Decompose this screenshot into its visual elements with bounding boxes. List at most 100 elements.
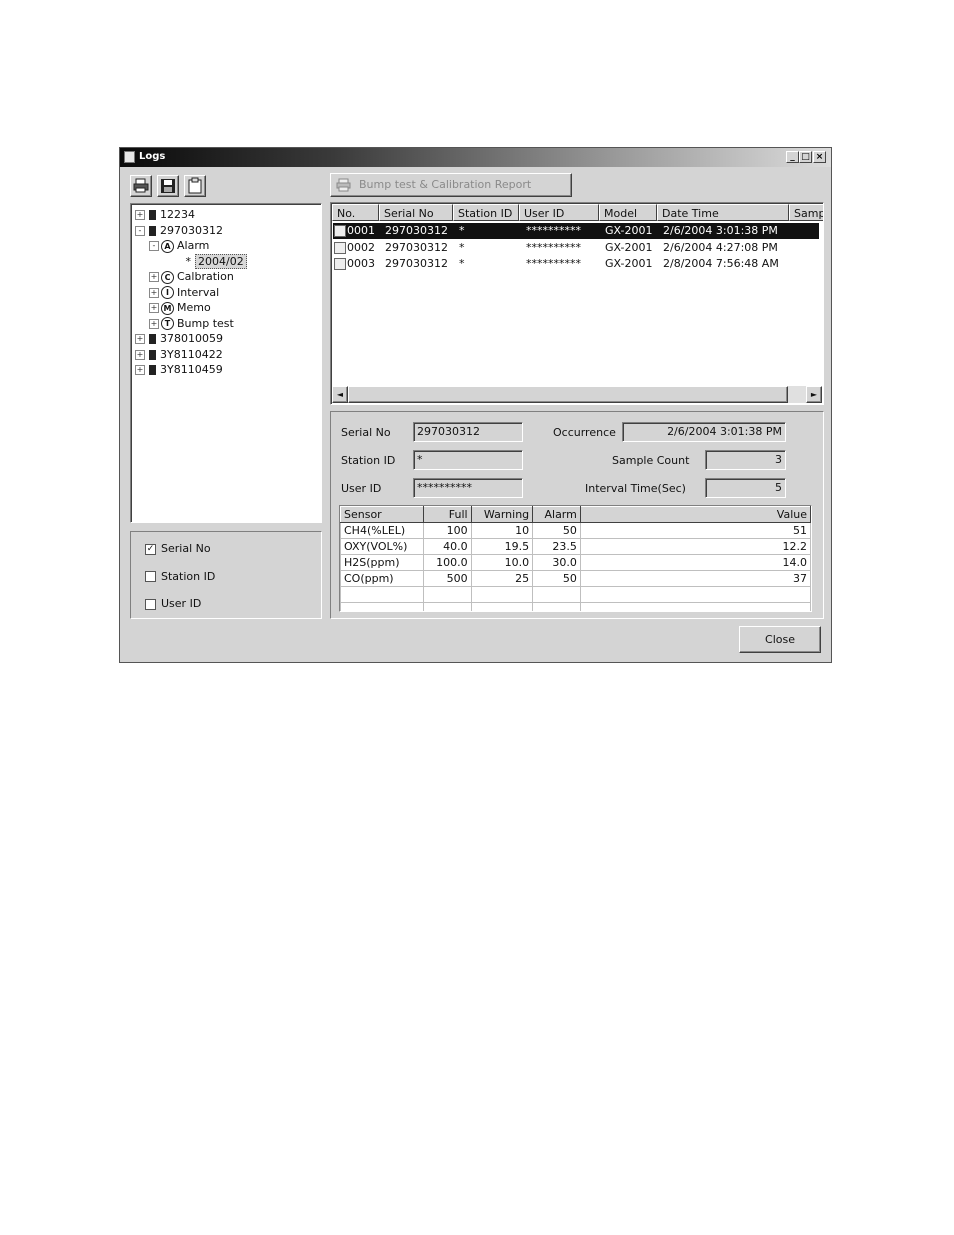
column-header[interactable]: Full (423, 506, 472, 523)
collapse-icon[interactable]: - (135, 225, 145, 236)
column-header[interactable]: Alarm (532, 506, 581, 523)
expand-icon[interactable]: + (149, 272, 159, 282)
column-header[interactable]: Date Time (657, 204, 789, 221)
tree-item-label: Alarm (177, 239, 210, 252)
column-header[interactable]: Serial No (379, 204, 453, 221)
column-header[interactable]: Value (579, 506, 811, 523)
tree-item[interactable]: +3Y8110422 (135, 347, 223, 362)
column-header[interactable]: Warning (470, 506, 534, 523)
table-cell: 19.5 (470, 538, 534, 555)
print-button[interactable] (130, 175, 152, 197)
filter-checkbox[interactable]: ✓ Serial No (145, 542, 211, 556)
close-window-button[interactable]: × (813, 151, 826, 163)
device-icon (149, 210, 156, 220)
tree-item[interactable]: - 297030312 (135, 223, 223, 238)
table-cell: ********** (526, 256, 581, 272)
sensor-header-row: Sensor Full Warning Alarm Value (340, 506, 811, 523)
horizontal-scrollbar[interactable]: ◄ ► (332, 386, 822, 403)
expand-icon[interactable]: + (135, 334, 145, 344)
table-cell (532, 602, 581, 611)
tree-item[interactable]: + M Memo (149, 300, 211, 315)
column-header[interactable]: Model (599, 204, 657, 221)
table-row[interactable]: 0002 297030312 * ********** GX-2001 2/6/2004 … (333, 240, 819, 256)
table-cell: 10.0 (470, 554, 534, 571)
expand-icon[interactable]: + (149, 318, 159, 329)
minimize-button[interactable]: _ (786, 151, 799, 163)
sensor-grid[interactable]: Sensor Full Warning Alarm Value CH4(%LEL) 100 1… (339, 505, 812, 612)
table-row[interactable]: 0001 297030312 * ********** GX-2001 2/6/2004 … (333, 223, 819, 239)
table-cell: 40.0 (423, 538, 472, 555)
category-icon: I (161, 286, 174, 299)
scroll-right-icon[interactable]: ► (806, 386, 822, 403)
table-cell: OXY(VOL%) (340, 538, 425, 555)
station-field: * (413, 450, 523, 470)
maximize-button[interactable]: □ (799, 151, 812, 163)
table-cell: CH4(%LEL) (340, 522, 425, 539)
tree-item[interactable]: + C Calbration (149, 269, 234, 284)
column-header[interactable]: No. (332, 204, 379, 221)
column-header[interactable]: Samp (789, 204, 823, 221)
filter-label: User ID (161, 597, 202, 610)
cell-text: 2/6/2004 3:01:38 PM (663, 224, 778, 237)
table-cell: 297030312 (385, 240, 448, 256)
tree-item[interactable]: +3Y8110459 (135, 362, 223, 377)
filter-label: Serial No (161, 542, 211, 555)
table-cell (579, 602, 811, 611)
expand-icon[interactable]: + (135, 210, 145, 220)
tree-item[interactable]: + I Interval (149, 285, 219, 300)
table-cell: 500 (423, 570, 472, 587)
scroll-left-icon[interactable]: ◄ (332, 386, 348, 403)
expand-icon[interactable]: + (135, 365, 145, 375)
expand-icon[interactable]: + (149, 287, 159, 298)
table-cell: 50 (532, 522, 581, 539)
expand-icon[interactable]: + (149, 303, 159, 313)
column-header[interactable]: Sensor (340, 506, 425, 523)
table-row[interactable]: CO(ppm) 500 25 50 37 (340, 570, 811, 587)
table-row[interactable]: 0003 297030312 * ********** GX-2001 2/8/2004 … (333, 256, 819, 272)
checkbox-icon[interactable] (145, 571, 156, 582)
cell-text: 0003 (347, 257, 375, 270)
empty-row (340, 586, 811, 603)
table-cell: 25 (470, 570, 534, 587)
table-row[interactable]: CH4(%LEL) 100 10 50 51 (340, 522, 811, 539)
cell-text: * (459, 257, 465, 270)
table-cell: 0003 (334, 256, 375, 272)
table-cell: 2/6/2004 3:01:38 PM (663, 223, 778, 239)
collapse-icon[interactable]: - (149, 241, 159, 251)
table-cell: 12.2 (579, 538, 811, 555)
serial-label: Serial No (341, 426, 391, 439)
print-icon (336, 178, 351, 192)
cell-text: 297030312 (385, 240, 448, 254)
table-cell: 100.0 (423, 554, 472, 571)
tree-item[interactable]: +378010059 (135, 331, 223, 346)
tree-item[interactable]: - A Alarm (149, 238, 209, 253)
tree-item-label: 2004/02 (195, 253, 247, 269)
table-cell: 51 (579, 522, 811, 539)
bump-calibration-report-button[interactable]: Bump test & Calibration Report (330, 173, 572, 197)
tree-item[interactable]: +12234 (135, 207, 195, 222)
table-row[interactable]: OXY(VOL%) 40.0 19.5 23.5 12.2 (340, 538, 811, 555)
scroll-thumb[interactable] (348, 386, 788, 403)
print-icon (133, 178, 149, 193)
table-row[interactable]: H2S(ppm) 100.0 10.0 30.0 14.0 (340, 554, 811, 571)
filter-checkbox[interactable]: Station ID (145, 570, 215, 584)
checkbox-icon[interactable] (145, 598, 156, 610)
log-list[interactable]: No. Serial No Station ID User ID Model Date T… (330, 202, 824, 405)
table-cell (579, 586, 811, 603)
table-cell: GX-2001 (605, 223, 652, 239)
checkbox-icon[interactable]: ✓ (145, 543, 156, 555)
table-cell: 14.0 (579, 554, 811, 571)
expand-icon[interactable]: + (135, 349, 145, 360)
device-tree[interactable]: +12234-297030312- A Alarm * 2004/02 + C Calbrat… (130, 203, 322, 523)
close-button[interactable]: Close (739, 626, 821, 653)
cell-text: GX-2001 (605, 257, 653, 270)
title-bar[interactable]: Logs _ □ × (120, 148, 831, 167)
tree-item[interactable]: * 2004/02 (165, 253, 247, 269)
clipboard-icon (188, 177, 202, 194)
filter-checkbox[interactable]: User ID (145, 597, 201, 611)
column-header[interactable]: User ID (519, 204, 599, 221)
tree-item[interactable]: + T Bump test (149, 316, 234, 331)
column-header[interactable]: Station ID (453, 204, 519, 221)
clipboard-button[interactable] (184, 175, 206, 197)
save-button[interactable] (157, 175, 179, 197)
